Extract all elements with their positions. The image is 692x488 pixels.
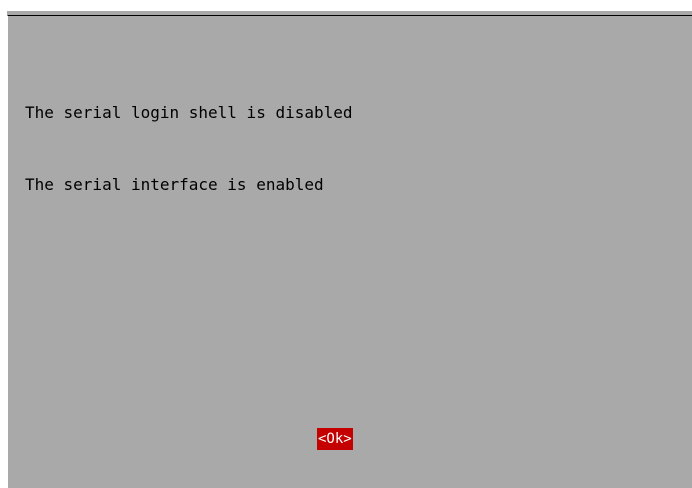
dialog-message: The serial login shell is disabled The s… bbox=[25, 53, 353, 245]
terminal-screen: The serial login shell is disabled The s… bbox=[0, 0, 692, 488]
ok-button[interactable]: <Ok> bbox=[317, 428, 353, 450]
serial-interface-status: The serial interface is enabled bbox=[25, 175, 324, 194]
message-dialog: The serial login shell is disabled The s… bbox=[6, 10, 692, 488]
serial-login-shell-status: The serial login shell is disabled bbox=[25, 103, 353, 122]
